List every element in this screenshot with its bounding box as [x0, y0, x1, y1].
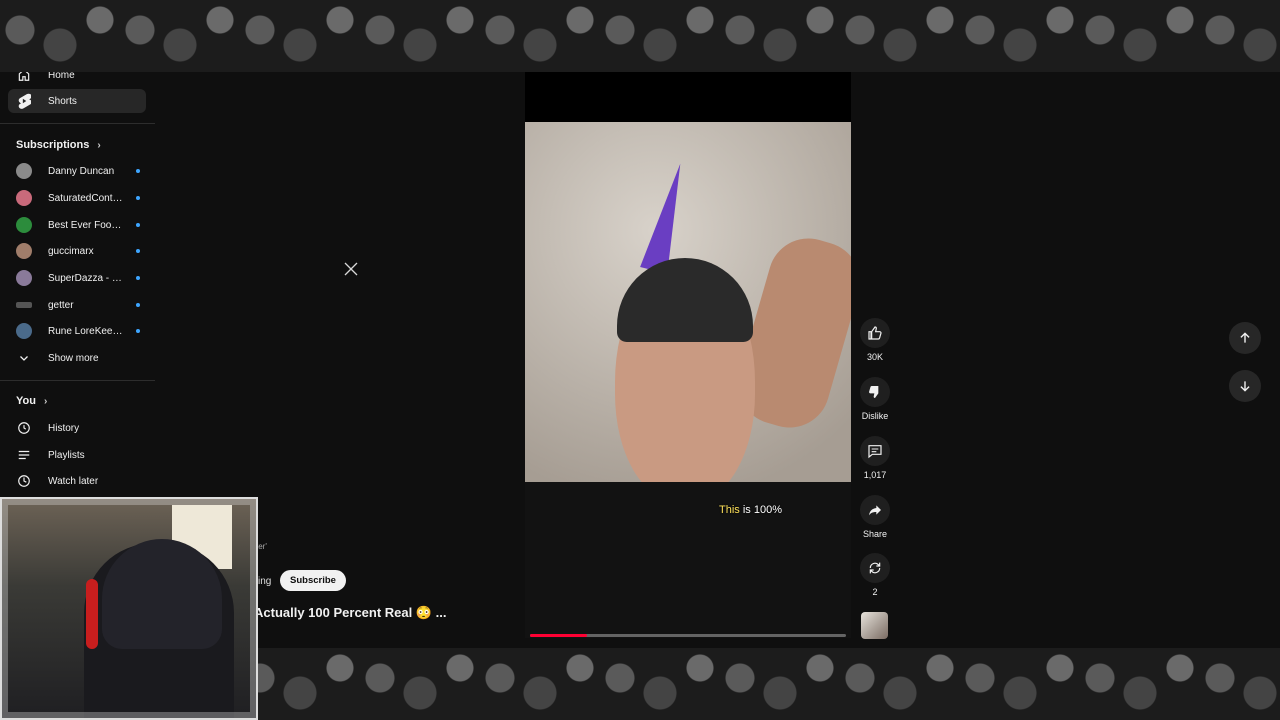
shorts-icon: [16, 93, 32, 109]
avatar: [16, 190, 32, 206]
like-button[interactable]: [860, 318, 890, 348]
webcam-headset: [86, 579, 98, 649]
caption-highlight: This: [719, 504, 740, 516]
avatar: [16, 243, 32, 259]
comment-count: 1,017: [863, 470, 887, 480]
new-content-dot: [136, 169, 140, 173]
subscription-item[interactable]: getter: [8, 294, 146, 316]
watch-later-icon: [16, 473, 32, 489]
remix-button[interactable]: [860, 553, 890, 583]
comments-button[interactable]: [860, 436, 890, 466]
home-icon: [16, 72, 32, 83]
sidebar-item-label: Playlists: [48, 449, 85, 461]
avatar: [16, 163, 32, 179]
next-short-button[interactable]: [1229, 370, 1261, 402]
new-content-dot: [136, 223, 140, 227]
subscription-item[interactable]: Rune LoreKeeper: [8, 320, 146, 342]
video-progress-bar[interactable]: [530, 634, 846, 637]
new-content-dot: [136, 196, 140, 200]
comments-action[interactable]: 1,017: [856, 436, 894, 480]
subscription-item[interactable]: SuperDazza - Be...: [8, 267, 146, 289]
subscription-item[interactable]: Best Ever Food R...: [8, 214, 146, 236]
subscription-name: getter: [48, 299, 74, 311]
skull-background-top: [0, 0, 1280, 72]
subscription-name: Danny Duncan: [48, 165, 115, 177]
video-progress-fill: [530, 634, 587, 637]
remix-action[interactable]: 2: [856, 553, 894, 597]
you-heading-label: You: [16, 395, 36, 407]
sidebar-item-label: Home: [48, 72, 75, 81]
channel-avatar[interactable]: [861, 612, 888, 639]
previous-short-button[interactable]: [1229, 322, 1261, 354]
sidebar-divider: [0, 380, 155, 381]
like-count: 30K: [866, 352, 883, 362]
sidebar-item-watch-later[interactable]: Watch later: [8, 469, 146, 493]
sidebar-item-home[interactable]: Home: [8, 72, 146, 87]
chevron-down-icon: [16, 350, 32, 366]
show-more-label: Show more: [48, 352, 99, 364]
person-shirt: [525, 482, 851, 638]
playlists-icon: [16, 447, 32, 463]
share-label: Share: [862, 529, 888, 539]
avatar: [16, 217, 32, 233]
webcam-beanie: [102, 539, 222, 649]
subscription-item[interactable]: guccimarx: [8, 240, 146, 262]
subscriptions-heading-label: Subscriptions: [16, 139, 90, 151]
chevron-right-icon: ›: [43, 395, 48, 407]
subscription-name: Rune LoreKeeper: [48, 325, 124, 337]
show-more-button[interactable]: Show more: [8, 346, 146, 370]
sidebar-item-label: History: [48, 422, 80, 434]
history-icon: [16, 420, 32, 436]
subscription-item[interactable]: Danny Duncan: [8, 160, 146, 182]
like-action[interactable]: 30K: [856, 318, 894, 362]
subscription-name: SaturatedContent: [48, 192, 124, 204]
dislike-action[interactable]: Dislike: [856, 377, 894, 421]
sidebar-item-history[interactable]: History: [8, 416, 146, 440]
new-content-dot: [136, 249, 140, 253]
chevron-right-icon: ›: [97, 139, 101, 151]
dislike-label: Dislike: [861, 411, 889, 421]
share-button[interactable]: [860, 495, 890, 525]
new-content-dot: [136, 276, 140, 280]
video-title[interactable]: Actually 100 Percent Real 😳 ...: [254, 605, 447, 621]
avatar: [16, 270, 32, 286]
avatar: [16, 302, 32, 308]
dislike-button[interactable]: [860, 377, 890, 407]
subscriptions-heading[interactable]: Subscriptions ›: [16, 139, 101, 151]
sidebar-item-shorts[interactable]: Shorts: [8, 89, 146, 113]
arrow-down-icon: [1240, 381, 1250, 392]
mouse-cursor-icon: [344, 262, 358, 276]
subscription-item[interactable]: SaturatedContent: [8, 187, 146, 209]
subscribe-prefix-text: ing: [258, 576, 272, 587]
sidebar-item-label: Watch later: [48, 475, 99, 487]
video-frame: [525, 122, 851, 638]
subscription-name: Best Ever Food R...: [48, 219, 124, 231]
arrow-up-icon: [1240, 332, 1250, 343]
streamer-webcam-overlay: [0, 497, 258, 720]
new-content-dot: [136, 303, 140, 307]
video-caption: This is 100%: [719, 504, 782, 516]
share-action[interactable]: Share: [856, 495, 894, 539]
you-heading[interactable]: You ›: [16, 395, 47, 407]
sidebar-item-label: Shorts: [48, 95, 77, 107]
short-video-player[interactable]: This is 100%: [525, 72, 851, 638]
subscribe-button[interactable]: Subscribe: [280, 570, 346, 591]
sidebar-item-playlists[interactable]: Playlists: [8, 443, 146, 467]
caption-rest: is 100%: [739, 504, 782, 516]
subscription-name: guccimarx: [48, 245, 94, 257]
new-content-dot: [136, 329, 140, 333]
remix-count: 2: [872, 587, 878, 597]
avatar: [16, 323, 32, 339]
sidebar-divider: [0, 123, 155, 124]
subscription-name: SuperDazza - Be...: [48, 272, 124, 284]
